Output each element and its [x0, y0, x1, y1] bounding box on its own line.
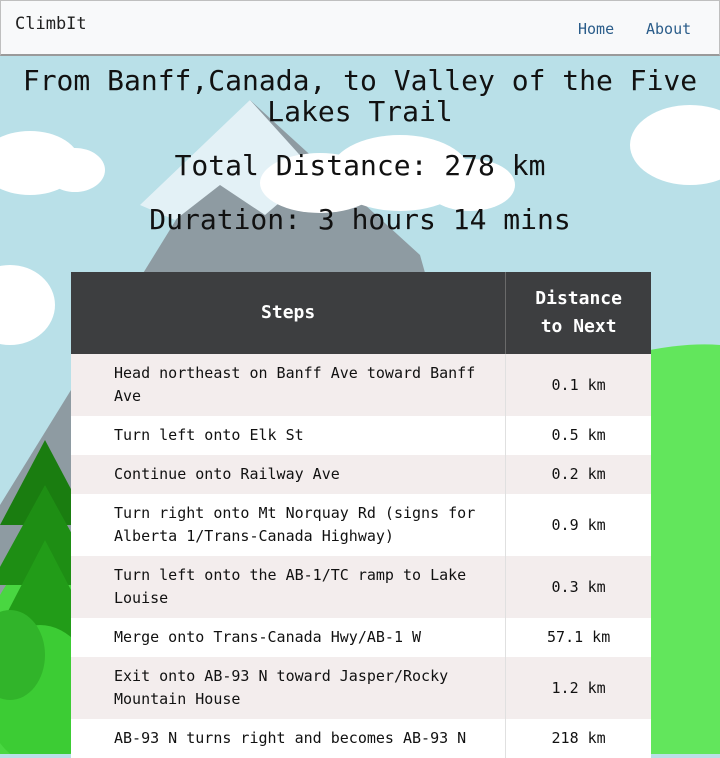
- navbar: ClimbIt Home About: [0, 0, 720, 56]
- distance-cell: 0.2 km: [505, 455, 651, 494]
- column-header-distance-label: Distance to Next: [535, 288, 622, 337]
- step-cell: Turn right onto Mt Norquay Rd (signs for…: [71, 494, 507, 556]
- distance-cell: 218 km: [505, 719, 651, 758]
- column-header-steps: Steps: [71, 272, 507, 354]
- duration: Duration: 3 hours 14 mins: [149, 203, 571, 236]
- step-cell: AB-93 N turns right and becomes AB-93 N: [71, 719, 507, 758]
- distance-cell: 1.2 km: [505, 657, 651, 719]
- table-row: Continue onto Railway Ave 0.2 km: [71, 455, 651, 494]
- distance-cell: 0.5 km: [505, 416, 651, 455]
- table-row: Exit onto AB-93 N toward Jasper/Rocky Mo…: [71, 657, 651, 719]
- step-cell: Continue onto Railway Ave: [71, 455, 507, 494]
- column-header-distance: Distance to Next: [505, 272, 651, 354]
- nav-link-home[interactable]: Home: [578, 20, 614, 38]
- total-distance: Total Distance: 278 km: [174, 149, 546, 182]
- step-cell: Head northeast on Banff Ave toward Banff…: [71, 354, 507, 416]
- table-header-row: Steps Distance to Next: [71, 272, 651, 354]
- table-row: Turn left onto the AB-1/TC ramp to Lake …: [71, 556, 651, 618]
- table-row: Head northeast on Banff Ave toward Banff…: [71, 354, 651, 416]
- page-title: From Banff,Canada, to Valley of the Five…: [22, 64, 698, 128]
- nav-link-about[interactable]: About: [646, 20, 691, 38]
- distance-cell: 0.9 km: [505, 494, 651, 556]
- table-row: Merge onto Trans-Canada Hwy/AB-1 W 57.1 …: [71, 618, 651, 657]
- step-cell: Turn left onto Elk St: [71, 416, 507, 455]
- table-row: Turn right onto Mt Norquay Rd (signs for…: [71, 494, 651, 556]
- distance-cell: 0.3 km: [505, 556, 651, 618]
- distance-cell: 57.1 km: [505, 618, 651, 657]
- step-cell: Exit onto AB-93 N toward Jasper/Rocky Mo…: [71, 657, 507, 719]
- table-row: AB-93 N turns right and becomes AB-93 N …: [71, 719, 651, 758]
- distance-cell: 0.1 km: [505, 354, 651, 416]
- table-row: Turn left onto Elk St 0.5 km: [71, 416, 651, 455]
- brand-logo[interactable]: ClimbIt: [15, 14, 87, 34]
- step-cell: Turn left onto the AB-1/TC ramp to Lake …: [71, 556, 507, 618]
- step-cell: Merge onto Trans-Canada Hwy/AB-1 W: [71, 618, 507, 657]
- directions-table: Steps Distance to Next Head northeast on…: [71, 272, 651, 758]
